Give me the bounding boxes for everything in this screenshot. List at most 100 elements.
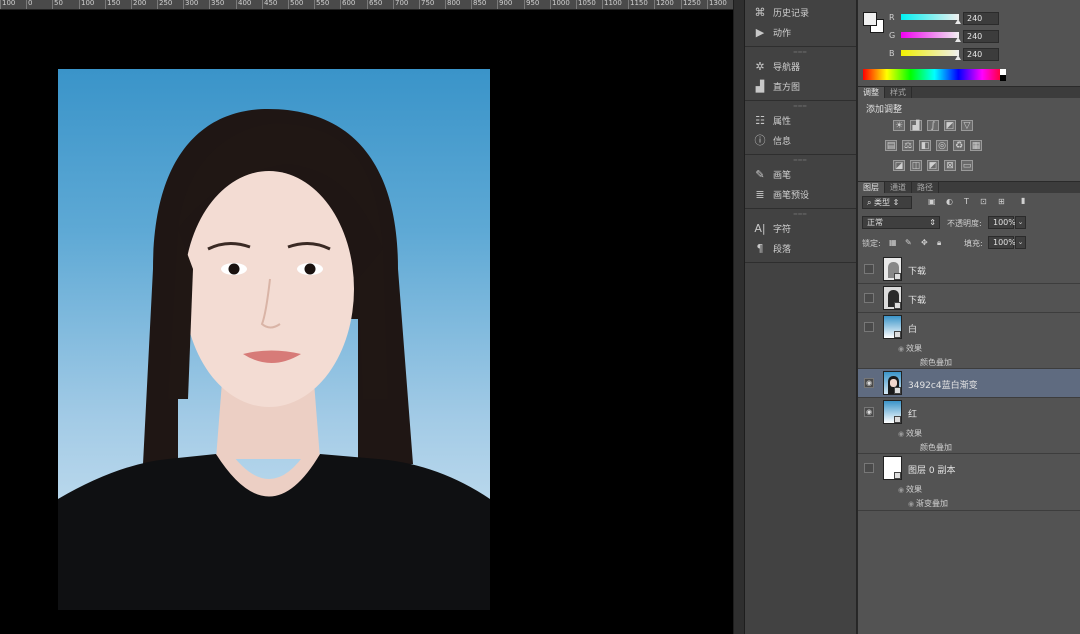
color-lookup-icon[interactable]: ▦ — [970, 140, 982, 151]
effects-row[interactable]: ◉ 效果 — [898, 343, 922, 354]
brightness-contrast-icon[interactable]: ☀ — [893, 120, 905, 131]
panel-info[interactable]: ⓘ 信息 — [745, 130, 856, 150]
effect-name: 渐变叠加 — [916, 499, 948, 508]
grip-handle[interactable]: ━━━ — [745, 49, 856, 56]
layer-row[interactable]: 下载 — [858, 284, 1080, 313]
right-panel: R 240 G 240 B 240 调整 样式 添加调整 ☀ ▟ ∫ ◩ ▽ ▤… — [858, 0, 1080, 634]
color-balance-icon[interactable]: ⚖ — [902, 140, 914, 151]
visibility-toggle[interactable] — [864, 264, 874, 274]
posterize-icon[interactable]: ◫ — [910, 160, 922, 171]
visibility-toggle[interactable] — [864, 293, 874, 303]
grip-handle[interactable]: ━━━ — [745, 157, 856, 164]
visibility-toggle[interactable] — [864, 322, 874, 332]
layer-name[interactable]: 白 — [908, 322, 917, 335]
opacity-slider-button[interactable]: ⌄ — [1015, 216, 1026, 229]
selective-color-icon[interactable]: ⊠ — [944, 160, 956, 171]
invert-icon[interactable]: ◪ — [893, 160, 905, 171]
panel-brush-presets[interactable]: ≣ 画笔预设 — [745, 184, 856, 204]
slider-handle[interactable] — [955, 55, 961, 60]
layer-name[interactable]: 3492c4蓝白渐变 — [908, 378, 978, 391]
tab-styles[interactable]: 样式 — [885, 87, 912, 98]
tab-adjustments[interactable]: 调整 — [858, 87, 885, 98]
exposure-icon[interactable]: ◩ — [944, 120, 956, 131]
document-canvas[interactable] — [0, 10, 733, 634]
effect-item[interactable]: ◉ 渐变叠加 — [908, 498, 948, 509]
panel-label: 段落 — [773, 244, 792, 255]
curves-icon[interactable]: ∫ — [927, 120, 939, 131]
layer-filter-dropdown[interactable]: ⌕ 类型 ⇕ — [862, 196, 912, 209]
lock-transparent-icon[interactable]: ▦ — [889, 238, 897, 247]
effect-item[interactable]: 颜色叠加 — [920, 357, 952, 368]
layer-name[interactable]: 红 — [908, 407, 917, 420]
layer-row[interactable]: 图层 0 副本 ◉ 效果 ◉ 渐变叠加 — [858, 454, 1080, 511]
gradient-map-icon[interactable]: ▭ — [961, 160, 973, 171]
panel-histogram[interactable]: ▟ 直方图 — [745, 76, 856, 96]
visibility-toggle[interactable]: ◉ — [864, 378, 874, 388]
panel-navigator[interactable]: ✲ 导航器 — [745, 56, 856, 76]
visibility-toggle[interactable] — [864, 463, 874, 473]
grip-handle[interactable]: ━━━ — [745, 211, 856, 218]
b-value-input[interactable]: 240 — [963, 48, 999, 61]
filter-adjustment-icon[interactable]: ◐ — [946, 197, 953, 206]
r-slider[interactable] — [901, 14, 961, 24]
black-white-icon[interactable]: ◧ — [919, 140, 931, 151]
tab-layers[interactable]: 图层 — [858, 182, 885, 193]
lock-all-icon[interactable]: 🔒︎ — [937, 238, 941, 248]
g-value-input[interactable]: 240 — [963, 30, 999, 43]
layer-row[interactable]: 白 ◉ 效果 颜色叠加 — [858, 313, 1080, 369]
layer-name[interactable]: 下载 — [908, 264, 926, 277]
effect-item[interactable]: 颜色叠加 — [920, 442, 952, 453]
lock-label: 锁定: — [862, 239, 881, 248]
filter-shape-icon[interactable]: ⊡ — [980, 197, 987, 206]
ruler-tick — [236, 0, 237, 9]
color-spectrum-bar[interactable] — [863, 69, 1006, 80]
foreground-color-swatch[interactable] — [863, 12, 877, 26]
fill-slider-button[interactable]: ⌄ — [1015, 236, 1026, 249]
filter-smartobject-icon[interactable]: ⊞ — [998, 197, 1005, 206]
layer-row-selected[interactable]: ◉ 3492c4蓝白渐变 — [858, 369, 1080, 398]
ruler-tick — [602, 0, 603, 9]
levels-icon[interactable]: ▟ — [910, 120, 922, 131]
blend-mode-dropdown[interactable]: 正常 ⇕ — [862, 216, 940, 229]
effects-row[interactable]: ◉ 效果 — [898, 428, 922, 439]
g-slider[interactable] — [901, 32, 961, 42]
lock-image-icon[interactable]: ✎ — [905, 238, 912, 247]
slider-handle[interactable] — [955, 37, 961, 42]
ruler-label: 1000 — [552, 0, 570, 7]
ruler-tick — [419, 0, 420, 9]
black-swatch[interactable] — [1000, 75, 1006, 81]
layer-name[interactable]: 图层 0 副本 — [908, 463, 955, 476]
tab-paths[interactable]: 路径 — [912, 182, 939, 193]
panel-character[interactable]: A| 字符 — [745, 218, 856, 238]
tab-channels[interactable]: 通道 — [885, 182, 912, 193]
channel-mixer-icon[interactable]: ♻ — [953, 140, 965, 151]
r-value-input[interactable]: 240 — [963, 12, 999, 25]
canvas-scrollbar[interactable] — [733, 0, 745, 634]
layer-thumbnail — [883, 315, 902, 339]
layer-row[interactable]: 下载 — [858, 255, 1080, 284]
info-icon: ⓘ — [754, 134, 766, 147]
panel-properties[interactable]: ☷ 属性 — [745, 110, 856, 130]
panel-history[interactable]: ⌘ 历史记录 — [745, 2, 856, 22]
vibrance-icon[interactable]: ▽ — [961, 120, 973, 131]
visibility-toggle[interactable]: ◉ — [864, 407, 874, 417]
layer-row[interactable]: ◉ 红 ◉ 效果 颜色叠加 — [858, 398, 1080, 454]
panel-paragraph[interactable]: ¶ 段落 — [745, 238, 856, 258]
filter-pixel-icon[interactable]: ▣ — [928, 197, 936, 206]
b-slider[interactable] — [901, 50, 961, 60]
hue-saturation-icon[interactable]: ▤ — [885, 140, 897, 151]
photo-filter-icon[interactable]: ◎ — [936, 140, 948, 151]
effects-row[interactable]: ◉ 效果 — [898, 484, 922, 495]
filter-toggle-icon[interactable]: ▮ — [1021, 196, 1025, 205]
panel-brush[interactable]: ✎ 画笔 — [745, 164, 856, 184]
ruler-tick — [550, 0, 551, 9]
panel-actions[interactable]: ▶ 动作 — [745, 22, 856, 42]
grip-handle[interactable]: ━━━ — [745, 103, 856, 110]
slider-handle[interactable] — [955, 19, 961, 24]
fill-input[interactable]: 100% — [988, 236, 1016, 249]
filter-type-icon[interactable]: T — [964, 197, 969, 206]
lock-position-icon[interactable]: ✥ — [921, 238, 928, 247]
threshold-icon[interactable]: ◩ — [927, 160, 939, 171]
layer-name[interactable]: 下载 — [908, 293, 926, 306]
opacity-input[interactable]: 100% — [988, 216, 1016, 229]
